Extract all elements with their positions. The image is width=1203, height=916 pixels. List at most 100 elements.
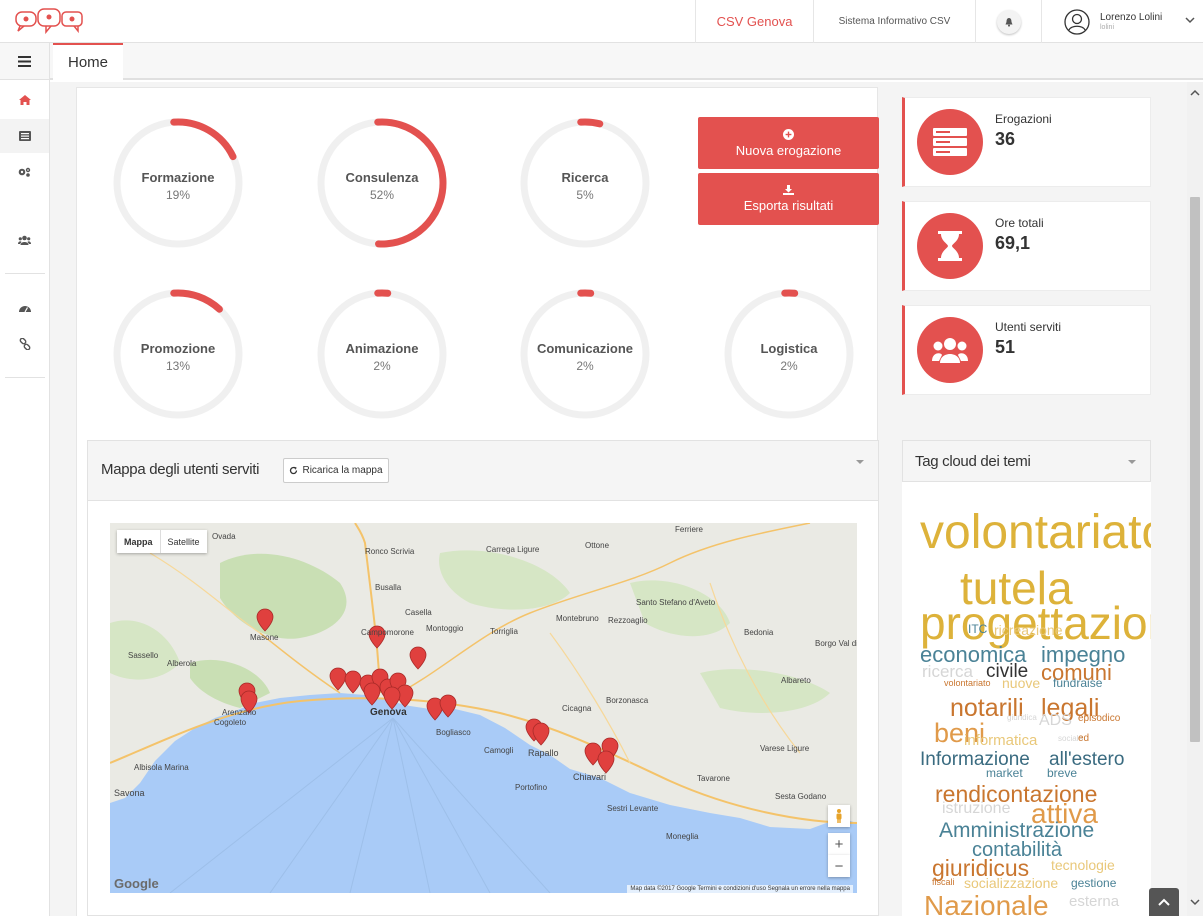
tag-item[interactable]: volontariato [944, 679, 991, 688]
gauge-percent: 2% [576, 359, 594, 373]
tag-cloud-header: Tag cloud dei temi [902, 440, 1151, 482]
place-label: Borgo Val di Taro [815, 639, 857, 648]
system-link[interactable]: Sistema Informativo CSV [813, 0, 975, 43]
tag-item[interactable]: breve [1047, 767, 1077, 779]
export-results-button[interactable]: Esporta risultati [698, 173, 879, 225]
tag-item[interactable]: nuove [1002, 676, 1040, 690]
tab-home[interactable]: Home [53, 43, 124, 80]
tag-item[interactable]: ed [1078, 734, 1089, 744]
org-link[interactable]: CSV Genova [695, 0, 813, 43]
zoom-in-button[interactable]: + [828, 833, 850, 855]
gauge-label: Consulenza [345, 170, 419, 185]
gauge-formazione: Formazione 19% [108, 113, 248, 253]
new-erogation-button[interactable]: Nuova erogazione [698, 117, 879, 169]
tag-item[interactable]: istruzione [942, 801, 1010, 817]
gauge-ricerca: Ricerca 5% [515, 113, 655, 253]
stat-label: Erogazioni [995, 112, 1052, 126]
streetview-pegman-icon[interactable] [828, 805, 850, 827]
scroll-up-icon [1190, 89, 1200, 96]
map-view[interactable]: Ovada Ronco Scrivia Carrega Ligure Otton… [110, 523, 857, 893]
tag-item[interactable]: Nazionale [924, 892, 1049, 916]
sidebar-divider [5, 273, 45, 274]
tag-item[interactable]: fiscali [932, 878, 955, 887]
tag-item[interactable]: episodico [1078, 714, 1120, 724]
user-menu[interactable]: Lorenzo Lolini lolini [1041, 0, 1203, 43]
menu-toggle-button[interactable] [0, 43, 49, 80]
stat-card-utenti-serviti: Utenti serviti 51 [902, 305, 1151, 395]
stat-card-erogazioni: Erogazioni 36 [902, 97, 1151, 187]
cogs-icon [18, 167, 31, 177]
sidebar-item-list[interactable] [0, 119, 49, 153]
zoom-out-button[interactable]: − [828, 855, 850, 877]
stat-label: Ore totali [995, 216, 1044, 230]
place-label: Montoggio [426, 624, 464, 633]
sidebar-item-links[interactable] [0, 327, 49, 361]
map-attribution[interactable]: Map data ©2017 Google Termini e condizio… [627, 885, 853, 893]
place-label: Rapallo [528, 748, 559, 758]
place-label: Ottone [585, 541, 610, 550]
csv-logo[interactable] [14, 6, 86, 38]
sidebar-divider [5, 377, 45, 378]
link-icon [19, 338, 30, 350]
tag-cloud-panel: Tag cloud dei temi volontariato tutela pro… [902, 440, 1151, 916]
map-type-satellite-button[interactable]: Satellite [159, 530, 207, 553]
tag-item[interactable]: tecnologie [1051, 858, 1115, 872]
tag-item[interactable]: informatica [964, 733, 1037, 748]
place-label: Moneglia [666, 832, 699, 841]
tag-item[interactable]: gestione [1071, 877, 1116, 889]
place-label: Ronco Scrivia [365, 547, 415, 556]
sidebar-item-home[interactable] [0, 83, 49, 117]
place-label: Ferriere [675, 525, 704, 534]
place-label: Albareto [781, 676, 811, 685]
tag-item[interactable]: market [986, 767, 1023, 779]
place-label: Arenzano [222, 708, 257, 717]
scroll-down-icon [1190, 899, 1200, 906]
map-type-map-button[interactable]: Mappa [117, 530, 160, 553]
collapse-map-button[interactable] [856, 460, 864, 464]
sidebar-item-dashboard[interactable] [0, 292, 49, 326]
tag-item[interactable]: socializzazione [964, 876, 1058, 890]
plus-circle-icon [783, 128, 794, 140]
notifications-button[interactable] [975, 0, 1041, 43]
top-bar: CSV Genova Sistema Informativo CSV Loren… [0, 0, 1203, 43]
tag-item[interactable]: giuridica [1007, 714, 1037, 722]
sidebar [0, 43, 50, 916]
place-label: Rezzoaglio [608, 616, 648, 625]
sidebar-item-users[interactable] [0, 223, 49, 257]
breadcrumb-bar: Home [50, 43, 1203, 80]
scrollbar-thumb[interactable] [1190, 197, 1200, 742]
place-label: Bogliasco [436, 728, 471, 737]
gauge-logistica: Logistica 2% [719, 284, 859, 424]
sidebar-item-settings[interactable] [0, 155, 49, 189]
gauge-percent: 19% [165, 188, 191, 202]
tag-item[interactable]: ricreazione [994, 623, 1062, 637]
place-label: Torriglia [490, 627, 519, 636]
tag-item[interactable]: volontariato [920, 509, 1151, 557]
tag-item[interactable]: ADS [1039, 713, 1072, 729]
place-label: Casella [405, 608, 432, 617]
dashboard-icon [18, 306, 31, 313]
back-to-top-button[interactable] [1149, 888, 1179, 916]
place-label: Ovada [212, 532, 236, 541]
tag-item[interactable]: fundraise [1053, 677, 1102, 689]
stat-value: 36 [995, 129, 1016, 149]
tag-item[interactable]: esterna [1069, 894, 1119, 909]
gauge-percent: 5% [576, 188, 594, 202]
users-icon [18, 235, 31, 245]
reload-map-button[interactable]: Ricarica la mappa [283, 458, 389, 483]
user-name: Lorenzo Lolini [1100, 11, 1163, 23]
map-canvas[interactable]: Ovada Ronco Scrivia Carrega Ligure Otton… [110, 523, 857, 893]
collapse-tagcloud-button[interactable] [1128, 460, 1136, 464]
home-icon [18, 95, 31, 105]
place-label: Chiavari [573, 772, 606, 782]
place-label: Portofino [515, 783, 548, 792]
stat-value: 51 [995, 337, 1016, 357]
google-logo: Google [114, 876, 159, 891]
gauge-percent: 13% [165, 359, 191, 373]
tag-item[interactable]: Amministrazione [939, 820, 1094, 841]
page-scrollbar[interactable] [1187, 82, 1203, 916]
gauge-label: Ricerca [561, 170, 609, 185]
server-icon [917, 109, 983, 175]
gauge-comunicazione: Comunicazione 2% [515, 284, 655, 424]
tag-item[interactable]: ITC [968, 623, 987, 635]
